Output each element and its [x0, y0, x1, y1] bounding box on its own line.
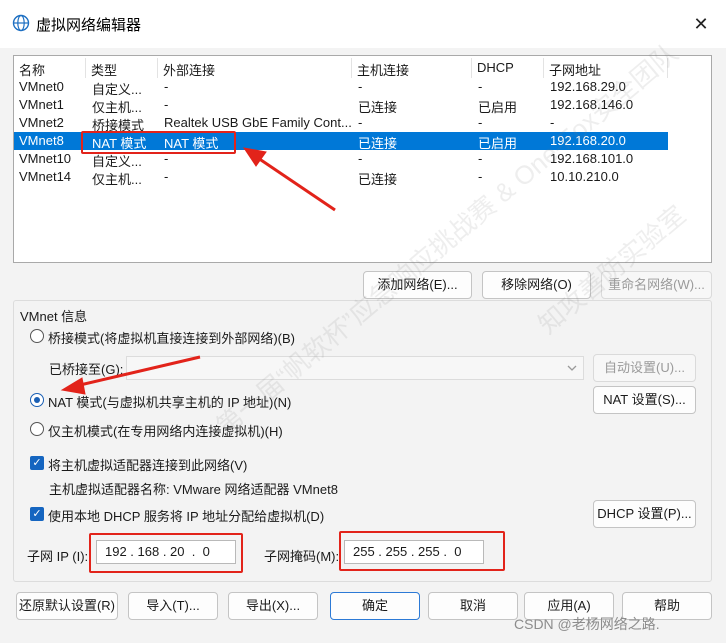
table-cell: -: [478, 169, 483, 184]
csdn-watermark: CSDN @老杨网络之路.: [514, 616, 660, 632]
table-cell: -: [358, 79, 363, 94]
use-dhcp-label[interactable]: 使用本地 DHCP 服务将 IP 地址分配给虚拟机(D): [48, 506, 324, 525]
table-cell: -: [478, 79, 483, 94]
close-button[interactable]: ✕: [690, 13, 712, 35]
nat-mode-radio[interactable]: [30, 393, 44, 407]
bridge-mode-radio[interactable]: [30, 329, 44, 343]
subnet-ip-label: 子网 IP (I):: [27, 549, 89, 564]
column-header-subnet[interactable]: 子网地址: [544, 58, 668, 78]
column-header-name[interactable]: 名称: [14, 58, 86, 78]
column-header-host[interactable]: 主机连接: [352, 58, 472, 78]
table-cell: 已连接: [358, 172, 398, 187]
vmnet-info-label: VMnet 信息: [20, 309, 88, 324]
subnet-mask-label: 子网掩码(M):: [264, 549, 340, 564]
table-cell: VMnet0: [19, 79, 64, 94]
annotation-box-subnet-mask: [339, 531, 505, 571]
table-cell: VMnet1: [19, 97, 64, 112]
table-cell: 192.168.146.0: [550, 97, 634, 112]
table-cell: -: [164, 97, 169, 112]
table-cell: -: [358, 115, 363, 130]
annotation-box-nat-row: [81, 131, 236, 154]
table-cell: -: [164, 79, 169, 94]
chevron-down-icon: [567, 365, 577, 371]
table-row[interactable]: VMnet1 仅主机... - 已连接 已启用 192.168.146.0: [14, 96, 668, 115]
rename-network-button[interactable]: 重命名网络(W)...: [601, 271, 712, 299]
adapter-name-text: 主机虚拟适配器名称: VMware 网络适配器 VMnet8: [49, 482, 338, 497]
dhcp-settings-button[interactable]: DHCP 设置(P)...: [593, 500, 696, 528]
ok-button[interactable]: 确定: [330, 592, 420, 620]
column-header-type[interactable]: 类型: [86, 58, 158, 78]
table-row[interactable]: VMnet2 桥接模式 Realtek USB GbE Family Cont.…: [14, 114, 668, 133]
table-cell: 10.10.210.0: [550, 169, 619, 184]
table-cell: -: [478, 115, 483, 130]
bridged-to-select[interactable]: [126, 356, 584, 380]
host-only-label[interactable]: 仅主机模式(在专用网络内连接虚拟机)(H): [48, 421, 283, 440]
connect-adapter-checkbox[interactable]: ✓: [30, 456, 44, 470]
nat-settings-button[interactable]: NAT 设置(S)...: [593, 386, 696, 414]
remove-network-button[interactable]: 移除网络(O): [482, 271, 591, 299]
table-cell: VMnet10: [19, 151, 72, 166]
host-only-radio[interactable]: [30, 422, 44, 436]
table-cell: -: [358, 151, 363, 166]
bridge-mode-label[interactable]: 桥接模式(将虚拟机直接连接到外部网络)(B): [48, 328, 295, 347]
table-cell: VMnet2: [19, 115, 64, 130]
restore-defaults-button[interactable]: 还原默认设置(R): [16, 592, 118, 620]
column-header-dhcp[interactable]: DHCP: [472, 58, 544, 78]
table-cell: -: [164, 169, 169, 184]
export-button[interactable]: 导出(X)...: [228, 592, 318, 620]
globe-icon: [12, 14, 30, 32]
column-header-external[interactable]: 外部连接: [158, 58, 352, 78]
table-cell: 192.168.20.0: [550, 133, 626, 148]
table-cell: 192.168.29.0: [550, 79, 626, 94]
table-row[interactable]: VMnet0 自定义... - - - 192.168.29.0: [14, 78, 668, 97]
table-cell: -: [550, 115, 555, 130]
table-cell: Realtek USB GbE Family Cont...: [164, 115, 352, 130]
connect-adapter-label[interactable]: 将主机虚拟适配器连接到此网络(V): [48, 455, 247, 474]
window-title: 虚拟网络编辑器: [36, 17, 142, 34]
bridged-to-label: 已桥接至(G):: [49, 362, 124, 377]
import-button[interactable]: 导入(T)...: [128, 592, 218, 620]
table-cell: VMnet14: [19, 169, 72, 184]
annotation-box-subnet-ip: [89, 533, 243, 573]
use-dhcp-checkbox[interactable]: ✓: [30, 507, 44, 521]
table-cell: 仅主机...: [92, 172, 142, 187]
table-cell: -: [478, 151, 483, 166]
auto-settings-button[interactable]: 自动设置(U)...: [593, 354, 696, 382]
table-cell: VMnet8: [19, 133, 64, 148]
nat-mode-label[interactable]: NAT 模式(与虚拟机共享主机的 IP 地址)(N): [48, 392, 291, 411]
network-list[interactable]: 名称 类型 外部连接 主机连接 DHCP 子网地址 VMnet0 自定义... …: [13, 55, 712, 263]
add-network-button[interactable]: 添加网络(E)...: [363, 271, 472, 299]
table-row[interactable]: VMnet14 仅主机... - 已连接 - 10.10.210.0: [14, 168, 668, 187]
table-cell: 192.168.101.0: [550, 151, 634, 166]
cancel-button[interactable]: 取消: [428, 592, 518, 620]
